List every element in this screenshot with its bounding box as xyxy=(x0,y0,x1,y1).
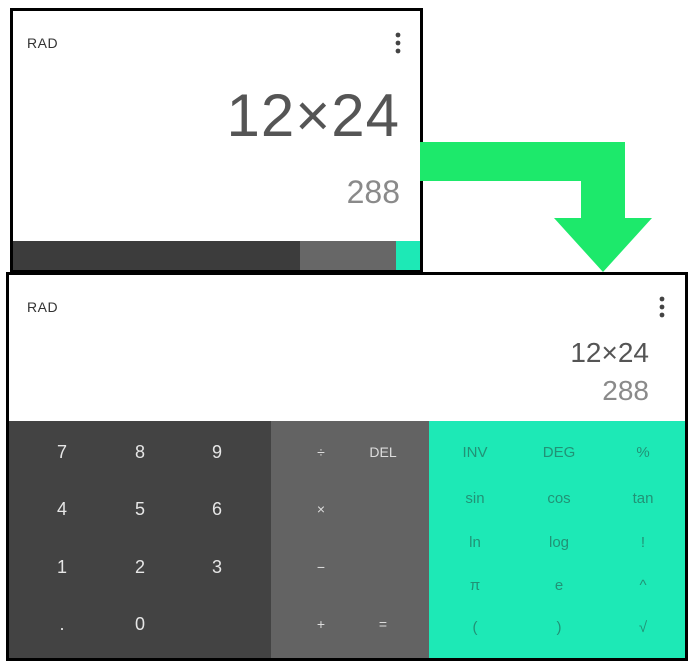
more-vert-icon[interactable] xyxy=(657,295,667,319)
key-log[interactable]: log xyxy=(529,531,589,555)
key-8[interactable]: 8 xyxy=(115,440,165,464)
key-e[interactable]: e xyxy=(529,574,589,598)
key-plus[interactable]: + xyxy=(291,612,351,636)
expression-display: 12×24 xyxy=(226,82,400,149)
key-sqrt[interactable]: √ xyxy=(613,616,673,640)
calculator-before: RAD 12×24 288 xyxy=(10,8,423,273)
digit-pad-preview xyxy=(13,241,300,270)
digit-pad: 7 8 9 4 5 6 1 2 3 . 0 xyxy=(9,421,271,658)
key-9[interactable]: 9 xyxy=(192,440,242,464)
advanced-pad: INV DEG % sin cos tan ln log ! π e ^ ( )… xyxy=(429,421,685,658)
key-2[interactable]: 2 xyxy=(115,555,165,579)
key-inv[interactable]: INV xyxy=(445,441,505,465)
key-sin[interactable]: sin xyxy=(445,487,505,511)
key-cos[interactable]: cos xyxy=(529,487,589,511)
expression-display: 12×24 xyxy=(570,337,649,368)
key-3[interactable]: 3 xyxy=(192,555,242,579)
operator-pad-preview xyxy=(300,241,396,270)
key-pi[interactable]: π xyxy=(445,574,505,598)
angle-mode-label[interactable]: RAD xyxy=(27,35,58,51)
key-0[interactable]: 0 xyxy=(115,612,165,636)
transition-arrow-icon xyxy=(420,142,652,272)
key-right-paren[interactable]: ) xyxy=(529,616,589,640)
result-display: 288 xyxy=(346,174,400,210)
advanced-pad-handle[interactable] xyxy=(396,241,420,270)
key-ln[interactable]: ln xyxy=(445,531,505,555)
more-vert-icon[interactable] xyxy=(393,31,403,55)
key-left-paren[interactable]: ( xyxy=(445,616,505,640)
key-6[interactable]: 6 xyxy=(192,497,242,521)
result-display: 288 xyxy=(602,375,649,406)
key-equals[interactable]: = xyxy=(353,612,413,636)
key-percent[interactable]: % xyxy=(613,441,673,465)
display-area: RAD 12×24 288 xyxy=(9,275,685,421)
key-4[interactable]: 4 xyxy=(37,497,87,521)
key-7[interactable]: 7 xyxy=(37,440,87,464)
angle-mode-label[interactable]: RAD xyxy=(27,299,58,315)
key-decimal[interactable]: . xyxy=(37,612,87,636)
operator-pad: ÷ DEL × − + = xyxy=(271,421,429,658)
key-1[interactable]: 1 xyxy=(37,555,87,579)
key-tan[interactable]: tan xyxy=(613,487,673,511)
key-divide[interactable]: ÷ xyxy=(291,440,351,464)
calculator-after: RAD 12×24 288 7 8 9 4 5 6 1 2 3 . 0 ÷ DE… xyxy=(6,272,688,661)
key-multiply[interactable]: × xyxy=(291,497,351,521)
key-5[interactable]: 5 xyxy=(115,497,165,521)
key-power[interactable]: ^ xyxy=(613,574,673,598)
key-minus[interactable]: − xyxy=(291,555,351,579)
key-deg[interactable]: DEG xyxy=(529,441,589,465)
key-factorial[interactable]: ! xyxy=(613,531,673,555)
key-delete[interactable]: DEL xyxy=(353,440,413,464)
